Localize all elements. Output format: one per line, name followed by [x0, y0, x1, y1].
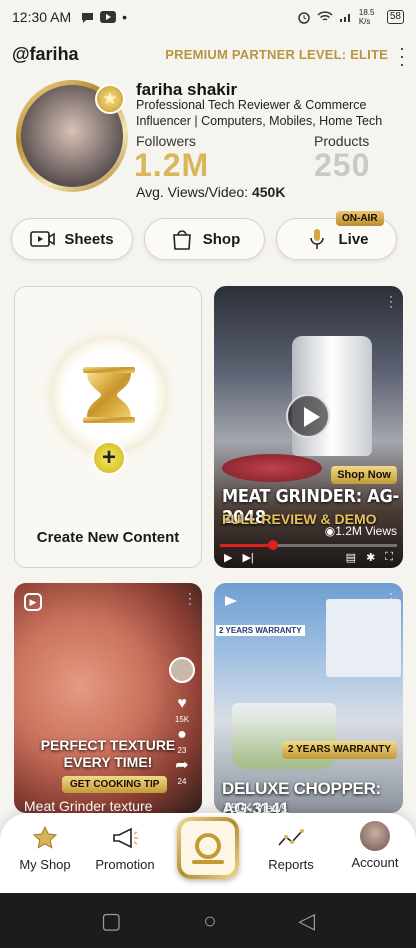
- view-count: 750K Views: [224, 801, 288, 813]
- star-icon: [32, 825, 58, 849]
- nav-my-shop[interactable]: My Shop: [0, 825, 90, 872]
- star-badge-icon: ★: [95, 84, 125, 114]
- app-logo-icon: [192, 833, 224, 864]
- nav-promotion-label: Promotion: [95, 857, 155, 872]
- shopping-bag-icon: [172, 230, 191, 250]
- dot-icon: •: [122, 9, 128, 25]
- warranty-badge: 2 YEARS WARRANTY: [281, 741, 397, 759]
- video-caption: Meat Grinder texture: [24, 798, 153, 813]
- chat-icon: [82, 12, 94, 23]
- headline-line2: EVERY TIME!: [63, 754, 153, 770]
- video-card-chopper[interactable]: ··· 2 YEARS WARRANTY 2 YEARS WARRANTY DE…: [214, 583, 403, 813]
- nav-reports-label: Reports: [268, 857, 314, 872]
- nav-reports[interactable]: Reports: [246, 825, 336, 872]
- ground-meat-image: [222, 454, 322, 482]
- wifi-icon: [317, 11, 333, 21]
- captions-icon[interactable]: ▤: [346, 551, 356, 564]
- headline-line1: PERFECT TEXTURE: [40, 737, 176, 753]
- video-controls: ▶ ▶| ▤ ✱ ⛶: [224, 551, 393, 564]
- hourglass-icon: [83, 367, 135, 423]
- next-icon[interactable]: ▶|: [242, 551, 253, 564]
- create-glow: [53, 339, 165, 451]
- video-sheets-icon: [30, 231, 56, 247]
- product-box-image: [326, 599, 401, 677]
- products-count: 250: [314, 147, 371, 183]
- creator-avatar[interactable]: [169, 657, 195, 683]
- view-count: 1.2M Views: [325, 524, 397, 538]
- system-navigation-bar: ▢ ○ ◁: [0, 893, 416, 948]
- reel-icon: ▶: [24, 593, 42, 611]
- settings-gear-icon[interactable]: ✱: [366, 551, 375, 564]
- sheets-label: Sheets: [64, 230, 114, 248]
- like-count: 15K: [174, 715, 190, 724]
- home-icon[interactable]: ○: [203, 908, 216, 934]
- back-icon[interactable]: ◁: [298, 908, 315, 934]
- on-air-badge: ON-AIR: [336, 211, 384, 226]
- youtube-icon: [100, 11, 117, 23]
- shop-button[interactable]: Shop: [144, 218, 265, 260]
- partner-level-badge: PREMIUM PARTNER LEVEL: ELITE: [165, 47, 388, 62]
- notification-icons: •: [81, 9, 127, 25]
- account-avatar: [360, 821, 390, 851]
- create-content-card[interactable]: + Create New Content: [14, 286, 202, 568]
- status-time: 12:30 AM: [12, 9, 72, 25]
- kebab-icon[interactable]: · · ·: [396, 39, 408, 73]
- box-warranty-label: 2 YEARS WARRANTY: [216, 625, 305, 636]
- chopper-jar-image: [232, 703, 336, 769]
- followers-count: 1.2M: [134, 147, 210, 183]
- shop-now-button[interactable]: Shop Now: [331, 466, 397, 484]
- create-content-label: Create New Content: [36, 529, 180, 546]
- video-card-texture[interactable]: ▶ · · · ♥ 15K ● 23 ➦ 24 PERFECT TEXTURE EVE…: [14, 583, 202, 813]
- status-right: 18.5 K/s 58: [297, 8, 404, 26]
- net-speed: 18.5 K/s: [358, 8, 375, 26]
- shop-label: Shop: [202, 230, 241, 248]
- nav-account-label: Account: [351, 855, 399, 870]
- youtube-play-icon: [225, 596, 237, 606]
- signal-icon: [339, 14, 350, 22]
- play-icon[interactable]: ▶: [224, 551, 232, 564]
- nav-my-shop-label: My Shop: [19, 857, 71, 872]
- fullscreen-icon[interactable]: ⛶: [385, 551, 393, 564]
- profile-bio: Professional Tech Reviewer & Commerce In…: [136, 98, 383, 128]
- trend-chart-icon: [278, 829, 304, 846]
- progress-knob[interactable]: [268, 540, 279, 550]
- sheets-button[interactable]: Sheets: [11, 218, 133, 260]
- nav-account[interactable]: Account: [330, 821, 416, 870]
- battery-indicator: 58: [386, 10, 404, 24]
- status-bar: 12:30 AM • 18.5 K/s 58: [0, 0, 416, 34]
- video-menu-icon[interactable]: ···: [188, 587, 192, 609]
- home-logo-button[interactable]: [177, 817, 239, 879]
- progress-fill: [220, 544, 274, 547]
- avg-views-label: Avg. Views/Video:: [136, 184, 249, 200]
- video-progress-bar[interactable]: [220, 544, 397, 547]
- alarm-icon: [298, 12, 310, 24]
- heart-icon[interactable]: ♥: [177, 695, 187, 713]
- video-headline: PERFECT TEXTURE EVERY TIME!: [14, 737, 202, 771]
- cooking-tip-button[interactable]: GET COOKING TIP: [62, 776, 168, 793]
- play-button[interactable]: [286, 394, 330, 438]
- share-count: 24: [177, 777, 187, 786]
- microphone-icon: [310, 229, 325, 249]
- avg-views: Avg. Views/Video: 450K: [136, 184, 285, 200]
- avg-views-value: 450K: [251, 184, 286, 200]
- add-content-icon[interactable]: +: [92, 441, 126, 475]
- live-label: Live: [338, 230, 369, 248]
- megaphone-icon: [113, 827, 138, 849]
- nav-promotion[interactable]: Promotion: [80, 825, 170, 872]
- recents-icon[interactable]: ▢: [101, 908, 122, 934]
- profile-handle: @fariha: [12, 44, 79, 64]
- video-menu-icon[interactable]: ···: [389, 290, 393, 312]
- video-card-meat-grinder[interactable]: · · · Shop Now MEAT GRINDER: AG-2048 FULL …: [214, 286, 403, 568]
